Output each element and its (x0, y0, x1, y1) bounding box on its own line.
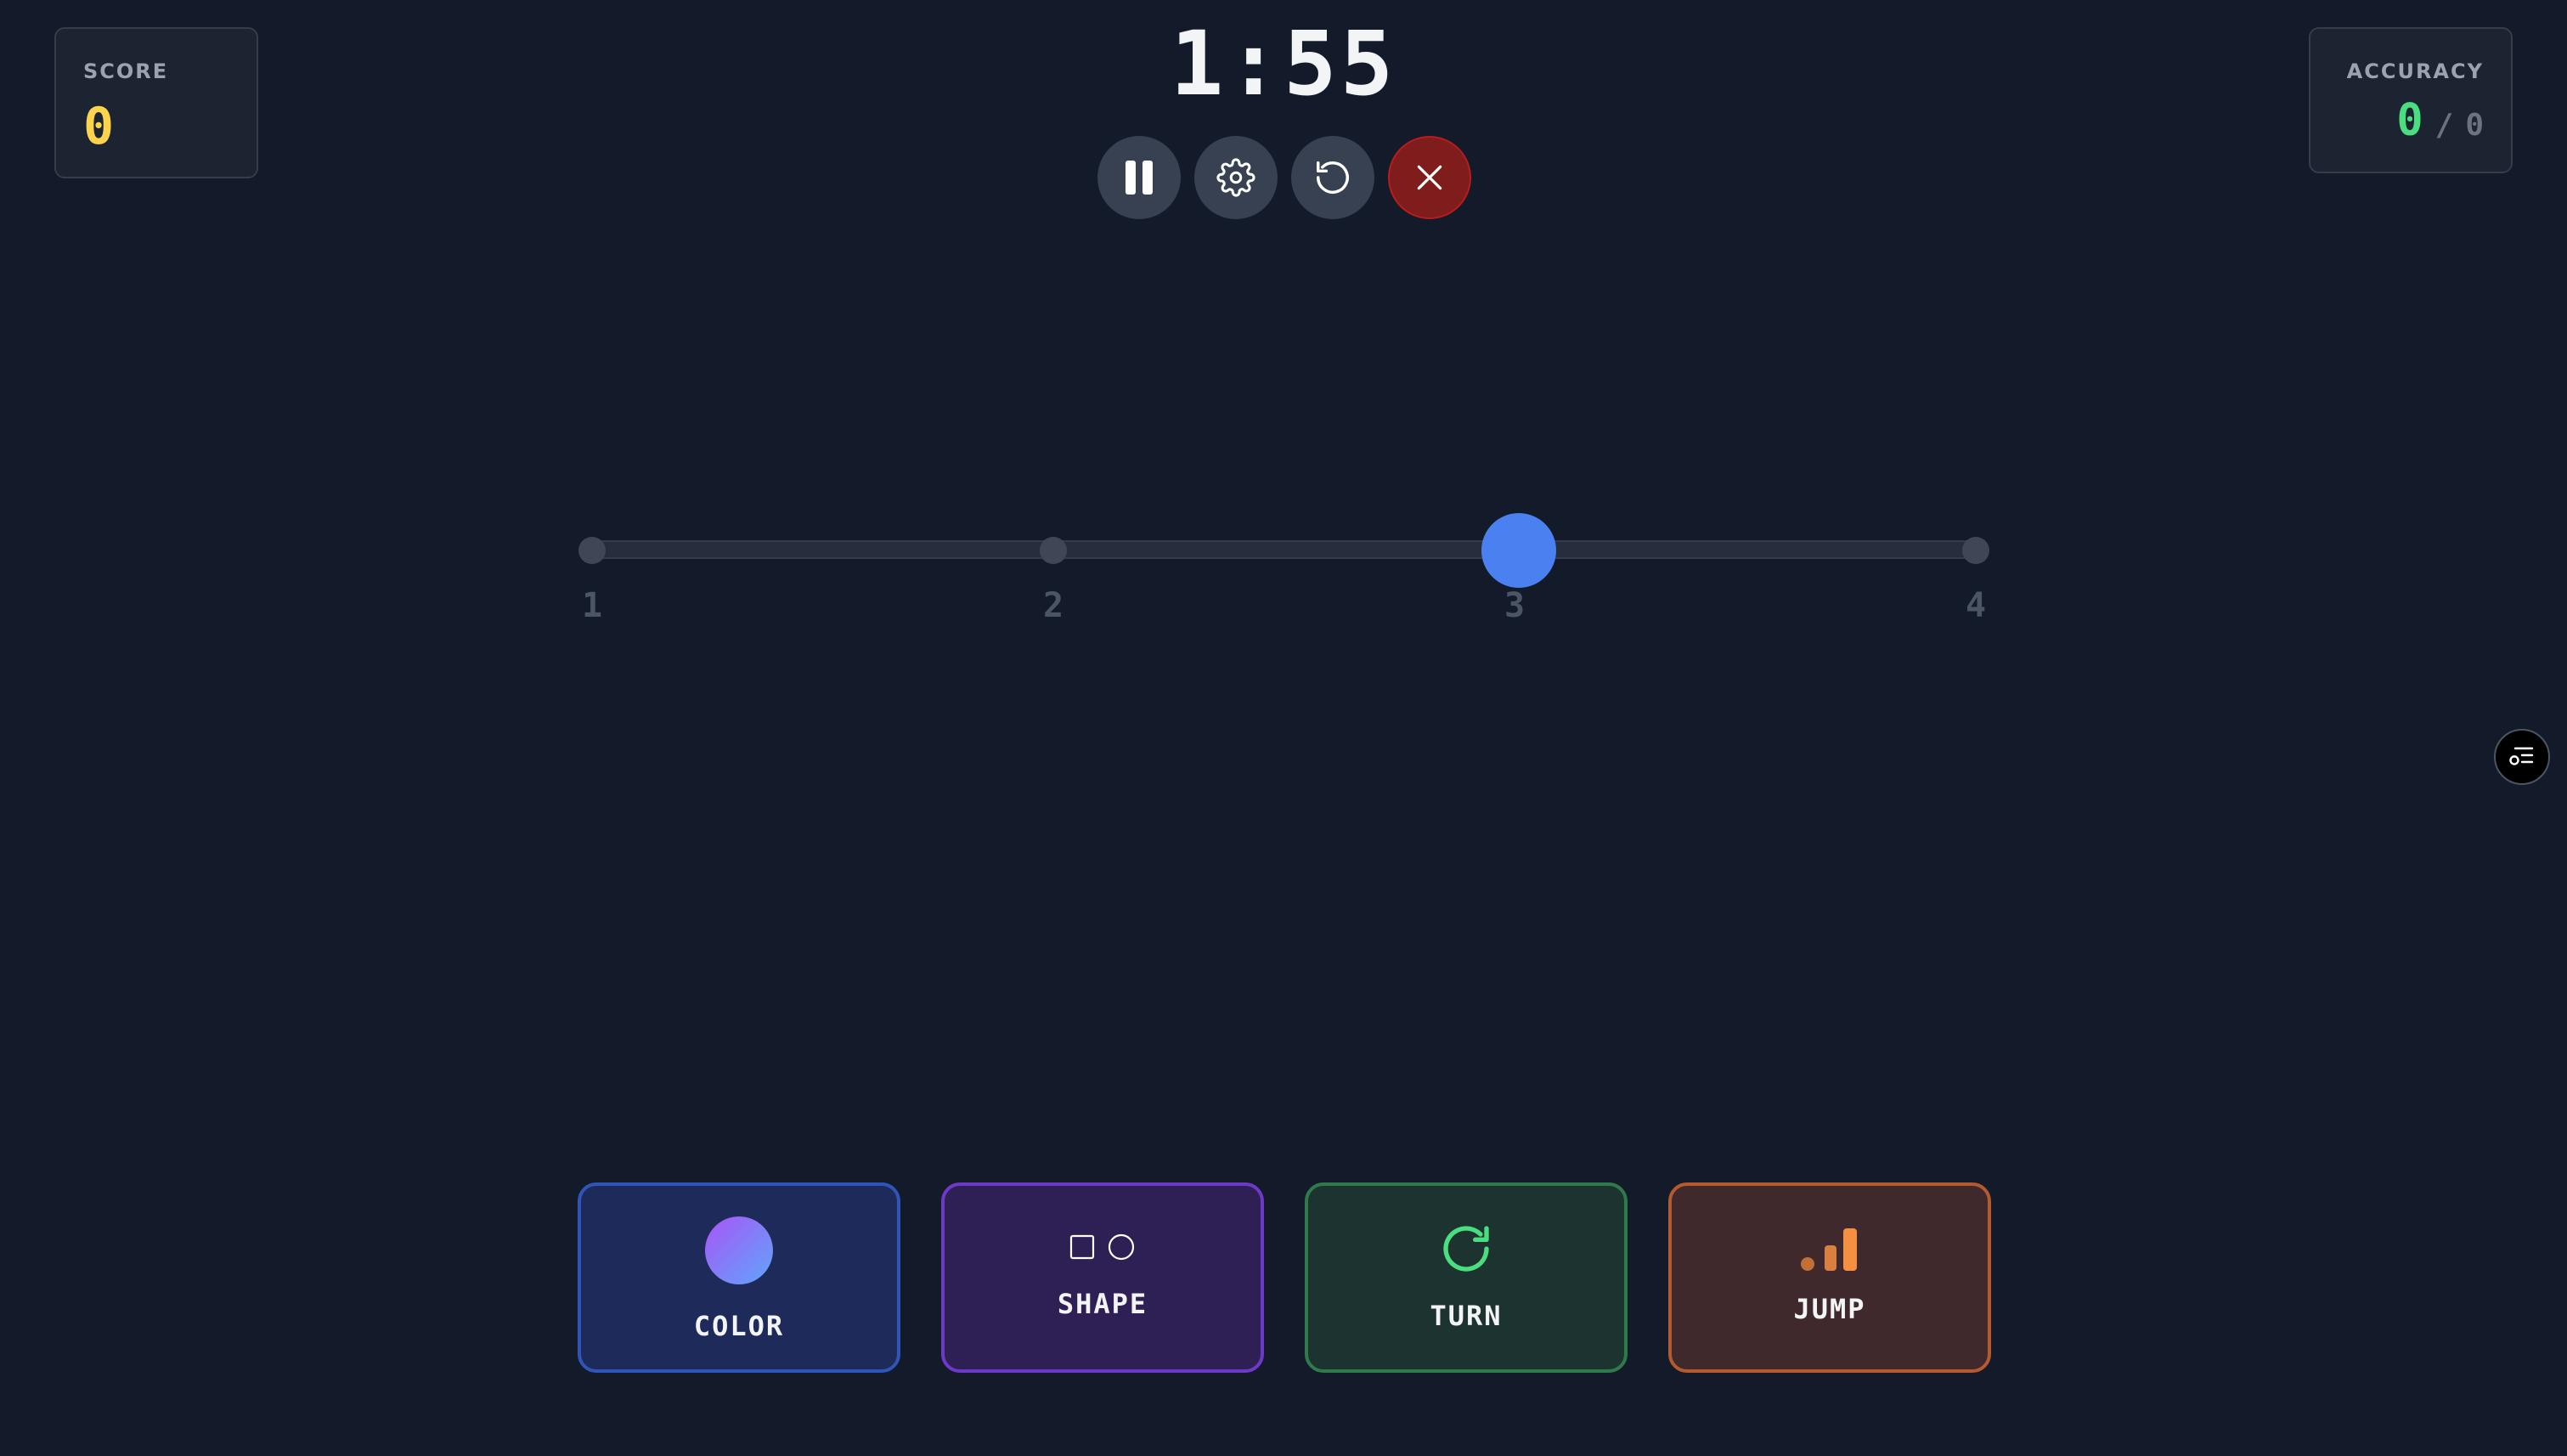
game-screen: SCORE 0 1:55 ACCURACY 0/0 1 2 3 4 COLOR … (0, 0, 2567, 1456)
game-controls (1097, 136, 1471, 219)
accuracy-panel: ACCURACY 0 / 0 (2309, 27, 2513, 173)
rotate-icon (1443, 1226, 1489, 1272)
slider-label-3: 3 (1504, 586, 1526, 625)
restart-icon (1317, 161, 1349, 194)
level-slider-track[interactable] (590, 540, 1977, 559)
slider-label-1: 1 (581, 586, 603, 625)
shape-action-button[interactable]: SHAPE (941, 1182, 1264, 1373)
slider-thumb[interactable] (1481, 513, 1556, 588)
shape-action-label: SHAPE (1057, 1288, 1148, 1320)
slider-stop-2[interactable] (1040, 537, 1067, 564)
slider-stop-4[interactable] (1962, 537, 1989, 564)
jump-action-button[interactable]: JUMP (1668, 1182, 1991, 1373)
settings-button[interactable] (1194, 136, 1278, 219)
accuracy-total: 0 (2465, 108, 2484, 143)
pause-icon (1126, 161, 1153, 195)
filter-list-icon (2509, 747, 2534, 765)
slider-label-2: 2 (1042, 586, 1064, 625)
accuracy-correct: 0 (2396, 95, 2423, 146)
shapes-icon (1069, 1233, 1135, 1261)
accuracy-separator: / (2434, 108, 2454, 143)
accuracy-label: ACCURACY (2346, 59, 2484, 83)
color-action-button[interactable]: COLOR (578, 1182, 900, 1373)
gear-icon (1216, 158, 1255, 197)
restart-button[interactable] (1291, 136, 1374, 219)
close-icon (1417, 165, 1442, 190)
color-circle-icon (705, 1216, 773, 1284)
turn-action-button[interactable]: TURN (1305, 1182, 1628, 1373)
countdown-timer: 1:55 (1170, 12, 1397, 116)
slider-label-4: 4 (1965, 586, 1987, 625)
slider-stop-1[interactable] (578, 537, 606, 564)
signal-bars-icon (1801, 1228, 1857, 1271)
color-action-label: COLOR (693, 1310, 785, 1342)
quit-button[interactable] (1388, 136, 1471, 219)
side-menu-button[interactable] (2494, 729, 2550, 785)
jump-action-label: JUMP (1793, 1293, 1866, 1325)
pause-button[interactable] (1097, 136, 1181, 219)
accuracy-value: 0 / 0 (2396, 95, 2484, 146)
turn-action-label: TURN (1430, 1300, 1503, 1332)
